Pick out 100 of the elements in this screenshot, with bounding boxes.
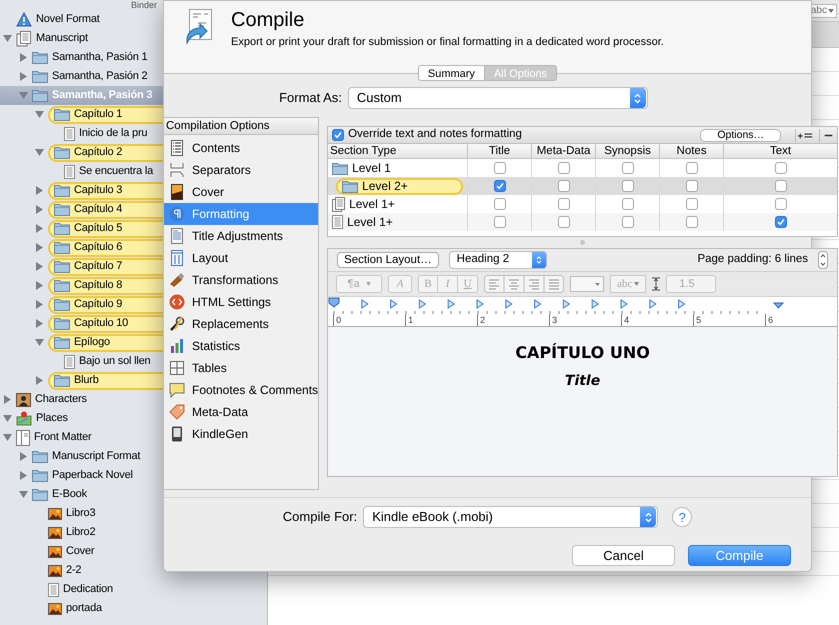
expanded-triangle-icon[interactable] [3,34,12,43]
style-select[interactable]: Heading 2 [448,251,547,269]
tab-stops-drawing[interactable] [328,297,784,314]
format-as-select[interactable]: Custom [348,87,648,109]
options-list-item[interactable]: Meta-Data [164,401,318,423]
options-list-item[interactable]: Statistics [164,335,318,357]
expanded-triangle-icon[interactable] [19,91,28,100]
collapsed-triangle-icon[interactable] [19,53,28,62]
collapsed-triangle-icon[interactable] [35,376,44,385]
checkbox[interactable] [622,162,634,174]
collapsed-triangle-icon[interactable] [35,262,44,271]
collapsed-triangle-icon[interactable] [35,186,44,195]
binder-item[interactable]: Libro2 [0,523,267,542]
options-list-item[interactable]: Cover [164,181,318,203]
stepper-arrows-icon[interactable] [640,507,656,527]
checkbox[interactable] [558,198,570,210]
options-list-item[interactable]: KindleGen [164,423,318,445]
stepper-arrows-icon[interactable] [532,252,546,268]
binder-item[interactable]: Manuscript Format [0,447,267,466]
binder-item[interactable]: E-Book [0,485,267,504]
stepper-arrows-icon[interactable] [630,88,646,108]
collapsed-triangle-icon[interactable] [35,319,44,328]
expanded-triangle-icon[interactable] [3,414,12,423]
folder-icon [32,450,48,463]
options-list-item[interactable]: Footnotes & Comments [164,379,318,401]
dropdown-arrow-icon[interactable] [828,8,834,12]
column-header[interactable]: Text [723,144,838,159]
tab[interactable]: Summary [418,65,485,81]
color-menu-icon[interactable] [570,276,604,292]
options-list-item[interactable]: Replacements [164,313,318,335]
checkbox[interactable] [494,198,506,210]
binder-item-label: Places [36,411,68,426]
collapsed-triangle-icon[interactable] [35,205,44,214]
expanded-triangle-icon[interactable] [19,490,28,499]
split-handle-icon[interactable] [580,240,586,245]
stepper-icon[interactable] [818,251,828,269]
checkbox[interactable] [558,216,570,228]
checkbox[interactable] [686,162,698,174]
checkbox[interactable] [558,180,570,192]
binder-item[interactable]: 2-2 [0,561,267,580]
alignment-buttons-icon[interactable] [484,275,564,293]
dropdown-arrow-icon[interactable] [634,282,640,286]
options-list-item[interactable]: Contents [164,137,318,159]
checkbox[interactable] [686,216,698,228]
image-icon [48,526,62,538]
compile-for-select[interactable]: Kindle eBook (.mobi) [363,506,658,528]
grid-icon [169,360,185,376]
checkbox[interactable] [622,216,634,228]
document-icon [64,126,75,140]
column-header[interactable]: Notes [659,144,724,159]
checkbox[interactable] [774,216,787,228]
options-list-item[interactable]: Layout [164,247,318,269]
checkbox[interactable] [494,162,506,174]
binder-item[interactable]: Cover [0,542,267,561]
options-list-item[interactable]: Tables [164,357,318,379]
binder-item[interactable]: portada [0,599,267,618]
expanded-triangle-icon[interactable] [35,148,44,157]
collapsed-triangle-icon[interactable] [35,281,44,290]
section-layout-button[interactable]: Section Layout… [337,252,439,268]
options-list-item[interactable]: Separators [164,159,318,181]
collapsed-triangle-icon[interactable] [19,471,28,480]
checkbox[interactable] [558,162,570,174]
options-list-item[interactable]: Title Adjustments [164,225,318,247]
options-button[interactable]: Options… [700,128,782,142]
binder-item[interactable]: Samantha, Pasión 2 [0,67,267,86]
folder-icon [54,374,70,387]
options-list-item[interactable]: HTML Settings [164,291,318,313]
collapsed-triangle-icon[interactable] [35,300,44,309]
section-type-cell[interactable]: Level 1+ [328,213,468,231]
checkbox[interactable] [686,180,698,192]
binder-item[interactable]: Samantha, Pasión 1 [0,48,267,67]
collapsed-triangle-icon[interactable] [35,224,44,233]
checkbox[interactable] [686,198,698,210]
collapsed-triangle-icon[interactable] [35,243,44,252]
binder-item[interactable]: Libro3 [0,504,267,523]
cancel-button[interactable]: Cancel [572,545,675,566]
collapsed-triangle-icon[interactable] [19,452,28,461]
ruler-number: 4 [621,314,694,326]
checkbox[interactable] [332,129,344,141]
binder-item[interactable]: Paperback Novel [0,466,267,485]
checkbox[interactable] [622,180,634,192]
checkbox[interactable] [622,198,634,210]
dropdown-arrow-icon[interactable] [366,282,371,286]
column-header[interactable]: Synopsis [595,144,660,159]
checkbox[interactable] [494,180,506,192]
binder-item[interactable]: Dedication [0,580,267,599]
checkbox[interactable] [774,180,787,192]
expanded-triangle-icon[interactable] [35,338,44,347]
expanded-triangle-icon[interactable] [3,433,12,442]
checkbox[interactable] [774,198,787,210]
column-header[interactable]: Section Type [328,144,468,159]
collapsed-triangle-icon[interactable] [3,395,12,404]
help-button[interactable]: ? [672,507,692,527]
checkbox[interactable] [494,216,506,228]
options-list-item[interactable]: Transformations [164,269,318,291]
expanded-triangle-icon[interactable] [35,110,44,119]
collapsed-triangle-icon[interactable] [19,72,28,81]
column-header[interactable]: Title [467,144,532,159]
checkbox[interactable] [774,162,787,174]
column-header[interactable]: Meta-Data [531,144,596,159]
